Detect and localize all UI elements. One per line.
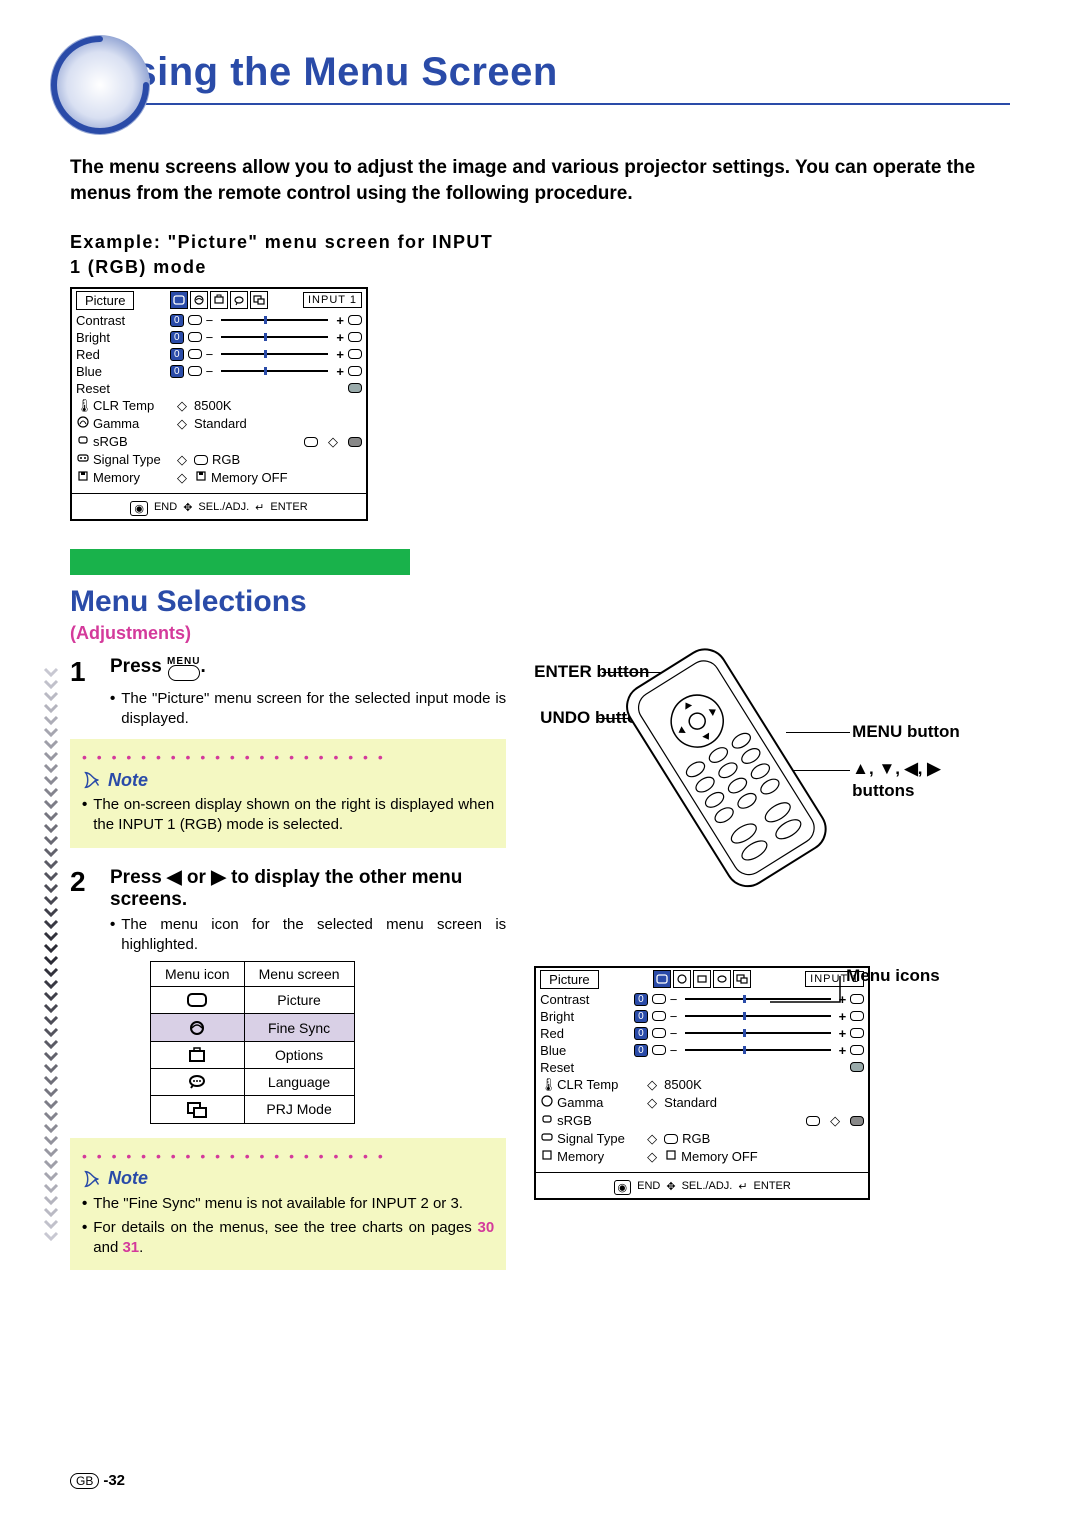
page-link-31[interactable]: 31 xyxy=(122,1239,139,1256)
osd-input-badge: INPUT 1 xyxy=(303,292,362,308)
step-2-number: 2 xyxy=(70,866,100,1128)
table-row: PRJ Mode xyxy=(151,1096,355,1123)
osd-row-red: Red0−+ xyxy=(76,346,362,363)
osd-footer: ◉END ✥SEL./ADJ. ↵ENTER xyxy=(72,498,366,519)
osd-row-srgb: sRGB◇ xyxy=(76,433,362,451)
note-2-label: Note xyxy=(108,1168,148,1189)
remote-illustration xyxy=(614,642,844,902)
note-1: • • • • • • • • • • • • • • • • • • • • … xyxy=(70,739,506,848)
picture-icon xyxy=(170,291,188,309)
note-2-text-2: For details on the menus, see the tree c… xyxy=(93,1218,494,1259)
osd-row-gamma: Gamma◇Standard xyxy=(76,415,362,433)
osd-row-clrtemp: 🌡CLR Temp◇8500K xyxy=(76,397,362,415)
options-icon xyxy=(210,291,228,309)
table-row: Options xyxy=(151,1041,355,1068)
note-icon xyxy=(82,769,104,791)
note-2: • • • • • • • • • • • • • • • • • • • • … xyxy=(70,1138,506,1271)
step-2-desc: The menu icon for the selected menu scre… xyxy=(121,915,506,956)
remote-diagram: ENTER button UNDO button MENU button ▲, … xyxy=(534,662,994,932)
osd-row-memory: Memory◇Memory OFF xyxy=(76,469,362,487)
step-1-press: Press xyxy=(110,656,167,677)
note-2-text-1: The "Fine Sync" menu is not available fo… xyxy=(93,1194,494,1214)
menu-button-icon xyxy=(168,665,200,681)
table-row: Picture xyxy=(151,987,355,1014)
intro-text: The menu screens allow you to adjust the… xyxy=(70,155,1010,206)
page-footer: GB -32 xyxy=(70,1472,125,1489)
step-1: 1 Press MENU . •The "Picture" menu scree… xyxy=(70,656,506,730)
section-subheading: (Adjustments) xyxy=(70,623,1010,644)
menu-icon-table: Menu iconMenu screen Picture Fine Sync O… xyxy=(150,961,355,1123)
step-2-lead: Press ◀ or ▶ to display the other menu s… xyxy=(110,866,506,911)
prj-icon xyxy=(733,970,751,988)
note-icon xyxy=(82,1168,104,1190)
page-link-30[interactable]: 30 xyxy=(477,1219,494,1236)
osd-tab: Picture xyxy=(76,291,134,310)
region-badge: GB xyxy=(70,1473,99,1489)
picture-icon xyxy=(653,970,671,988)
language-icon xyxy=(713,970,731,988)
col-menu-icon: Menu icon xyxy=(151,962,245,987)
language-icon xyxy=(230,291,248,309)
prj-icon xyxy=(250,291,268,309)
osd-row-signaltype: Signal Type◇RGB xyxy=(76,451,362,469)
callout-line xyxy=(770,976,870,1006)
header-swirl-graphic xyxy=(40,25,160,145)
step-2: 2 Press ◀ or ▶ to display the other menu… xyxy=(70,866,506,1128)
table-row: Language xyxy=(151,1069,355,1096)
green-divider xyxy=(70,549,410,575)
arrow-buttons-label: ▲, ▼, ◀, ▶ buttons xyxy=(852,758,1002,802)
note-1-label: Note xyxy=(108,770,148,791)
example-caption: Example: "Picture" menu screen for INPUT… xyxy=(70,230,500,280)
finesync-icon xyxy=(673,970,691,988)
osd-row-contrast: Contrast0−+ xyxy=(76,312,362,329)
step-1-desc: The "Picture" menu screen for the select… xyxy=(121,689,506,730)
finesync-icon xyxy=(190,291,208,309)
osd-menu-icons xyxy=(170,291,268,309)
note-1-text: The on-screen display shown on the right… xyxy=(93,795,494,836)
options-icon xyxy=(693,970,711,988)
osd-row-reset: Reset xyxy=(76,380,362,397)
section-heading: Menu Selections xyxy=(70,585,1010,619)
step-1-number: 1 xyxy=(70,656,100,730)
table-row: Fine Sync xyxy=(151,1014,355,1041)
osd-example: Picture INPUT 1 Contrast0−+ Bright0−+ Re… xyxy=(70,287,368,521)
page-number: -32 xyxy=(103,1472,125,1489)
page-title: Using the Menu Screen xyxy=(70,50,1010,105)
osd-row-bright: Bright0−+ xyxy=(76,329,362,346)
col-menu-screen: Menu screen xyxy=(244,962,354,987)
step-rail: /* rail rendered below via loop */ xyxy=(42,666,60,1242)
menu-button-label: MENU button xyxy=(852,722,960,742)
osd-row-blue: Blue0−+ xyxy=(76,363,362,380)
